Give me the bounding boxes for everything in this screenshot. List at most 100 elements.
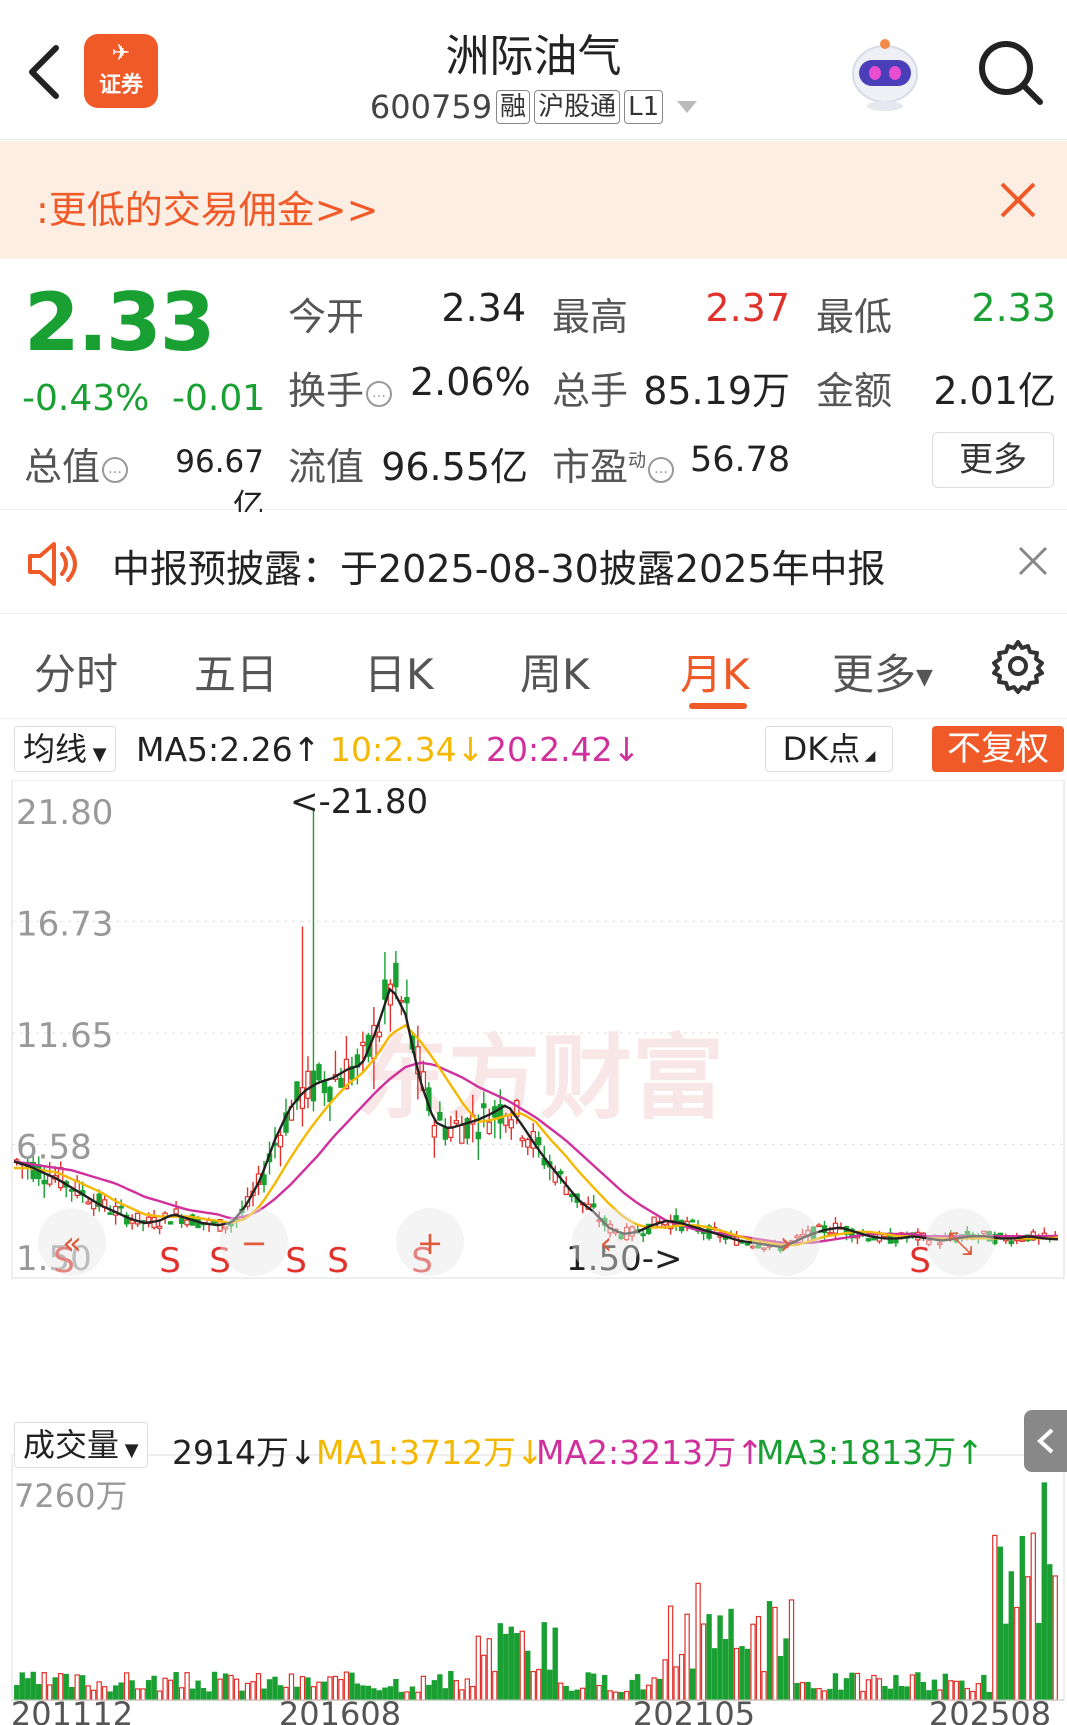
ma5-label: MA5:2.26↑: [136, 730, 321, 769]
tab-monthly-k[interactable]: 月K: [680, 641, 750, 702]
volume-bar: [849, 1672, 855, 1701]
sell-signal-label: S: [159, 1241, 181, 1281]
candle-body: [893, 1238, 899, 1244]
volume-bar: [810, 1688, 817, 1701]
dk-point-button[interactable]: DK点 ◢: [765, 726, 893, 772]
close-icon[interactable]: [998, 180, 1038, 220]
volume-bar: [728, 1608, 734, 1701]
volume-bar: [547, 1669, 553, 1701]
volume-bar: [711, 1648, 718, 1701]
volume-bar: [156, 1690, 163, 1701]
mcap-label: 总值…: [24, 436, 129, 491]
candle-body: [360, 1041, 366, 1047]
volume-bar: [266, 1679, 273, 1701]
volume-bar: [766, 1601, 773, 1701]
low-value: 2.33: [971, 286, 1056, 330]
tab-intraday[interactable]: 分时: [34, 641, 118, 702]
volume-indicator-select[interactable]: 成交量 ▼: [14, 1422, 148, 1468]
candle-body: [156, 1225, 163, 1229]
max-price-label: <-21.80: [290, 782, 428, 822]
indicator-select[interactable]: 均线 ▼: [14, 726, 116, 772]
volume-bar: [541, 1622, 547, 1701]
volume-bar: [563, 1685, 569, 1701]
candle-body: [118, 1205, 124, 1209]
volume-bar: [497, 1623, 503, 1701]
candle-body: [459, 1124, 465, 1144]
volume-bar: [420, 1675, 427, 1701]
turnover-value: 2.06%: [410, 360, 531, 404]
more-quote-button[interactable]: 更多: [932, 432, 1054, 488]
volume-bar: [618, 1691, 624, 1701]
x-tick-label: 201112: [11, 1695, 133, 1725]
volume-bar: [178, 1687, 185, 1701]
volume-bar: [184, 1672, 190, 1701]
candle-body: [404, 997, 410, 1004]
double-left-arrow-icon: «: [62, 1224, 82, 1262]
tag-hk-connect: 沪股通: [534, 90, 621, 124]
volume-bar: [667, 1605, 674, 1701]
volume-bar: [601, 1675, 608, 1701]
candle-body: [431, 1125, 438, 1138]
volume-bar: [431, 1680, 438, 1701]
info-icon[interactable]: …: [102, 456, 129, 483]
volume-bar: [481, 1654, 487, 1701]
volume-bar: [1025, 1576, 1031, 1701]
volume-bar: [1047, 1564, 1053, 1701]
volume-bar: [794, 1683, 800, 1701]
volume-bar: [134, 1688, 141, 1701]
info-icon[interactable]: …: [648, 456, 675, 483]
candle-body: [486, 1121, 492, 1135]
candle-body: [816, 1224, 822, 1228]
volume-bar: [805, 1681, 811, 1701]
chevron-left-icon: ‹: [600, 1224, 613, 1262]
kline-chart[interactable]: 东方财富 21.8016.7311.656.581.50 <-21.801.50…: [0, 780, 1067, 1725]
indicator-select-label: 均线: [23, 730, 88, 768]
side-panel-toggle[interactable]: [1024, 1410, 1067, 1472]
volume-bar: [558, 1682, 564, 1701]
candle-body: [173, 1208, 179, 1215]
vol-ma2-label: MA2:3213万↑: [536, 1433, 764, 1472]
candle-body: [640, 1233, 646, 1237]
vol-ma3-label: MA3:1813万↑: [756, 1433, 984, 1472]
volume-bar: [1036, 1622, 1042, 1701]
tab-daily-k[interactable]: 日K: [364, 641, 434, 702]
volume-bar: [189, 1688, 196, 1701]
volume-bar: [574, 1689, 580, 1701]
candle-body: [184, 1219, 190, 1226]
volume-bar: [250, 1681, 256, 1701]
tab-more[interactable]: 更多▼: [832, 641, 933, 702]
volume-bar: [1019, 1535, 1025, 1701]
turnover-label-text: 换手: [288, 369, 365, 413]
volume-bar: [453, 1679, 460, 1701]
ma10-label: 10:2.34↓: [330, 730, 485, 769]
volume-select-label: 成交量: [23, 1426, 120, 1464]
volume-bar: [228, 1674, 234, 1701]
robot-assistant-icon[interactable]: [845, 34, 925, 112]
volume-bar: [706, 1614, 712, 1701]
volume-bar: [442, 1688, 449, 1701]
chevron-down-icon: ▼: [119, 1440, 139, 1461]
high-value: 2.37: [705, 286, 790, 330]
search-icon[interactable]: [974, 36, 1046, 108]
no-adjust-button[interactable]: 不复权: [932, 726, 1064, 772]
tab-weekly-k[interactable]: 周K: [520, 641, 590, 702]
tab-five-day[interactable]: 五日: [194, 641, 278, 702]
open-label: 今开: [288, 295, 365, 339]
candle-body: [437, 1111, 443, 1121]
info-icon[interactable]: …: [366, 380, 393, 407]
gear-icon[interactable]: [990, 638, 1046, 694]
close-icon[interactable]: [1018, 546, 1048, 576]
notice-bar[interactable]: 中报预披露：于2025-08-30披露2025年中报: [0, 512, 1067, 614]
stock-code: 600759: [369, 88, 493, 126]
volume-bar: [882, 1685, 888, 1701]
promo-banner[interactable]: :更低的交易佣金>>: [0, 141, 1067, 259]
volume-bar: [821, 1690, 828, 1701]
volume-bar: [255, 1673, 262, 1701]
volume-bar: [470, 1685, 476, 1701]
candle-body: [453, 1120, 460, 1124]
sell-signal-label: S: [327, 1241, 349, 1281]
candle-body: [338, 1077, 344, 1088]
high-label: 最高: [552, 295, 629, 339]
volume-current: 2914万↓: [172, 1433, 317, 1472]
candle-body: [1019, 1239, 1025, 1242]
